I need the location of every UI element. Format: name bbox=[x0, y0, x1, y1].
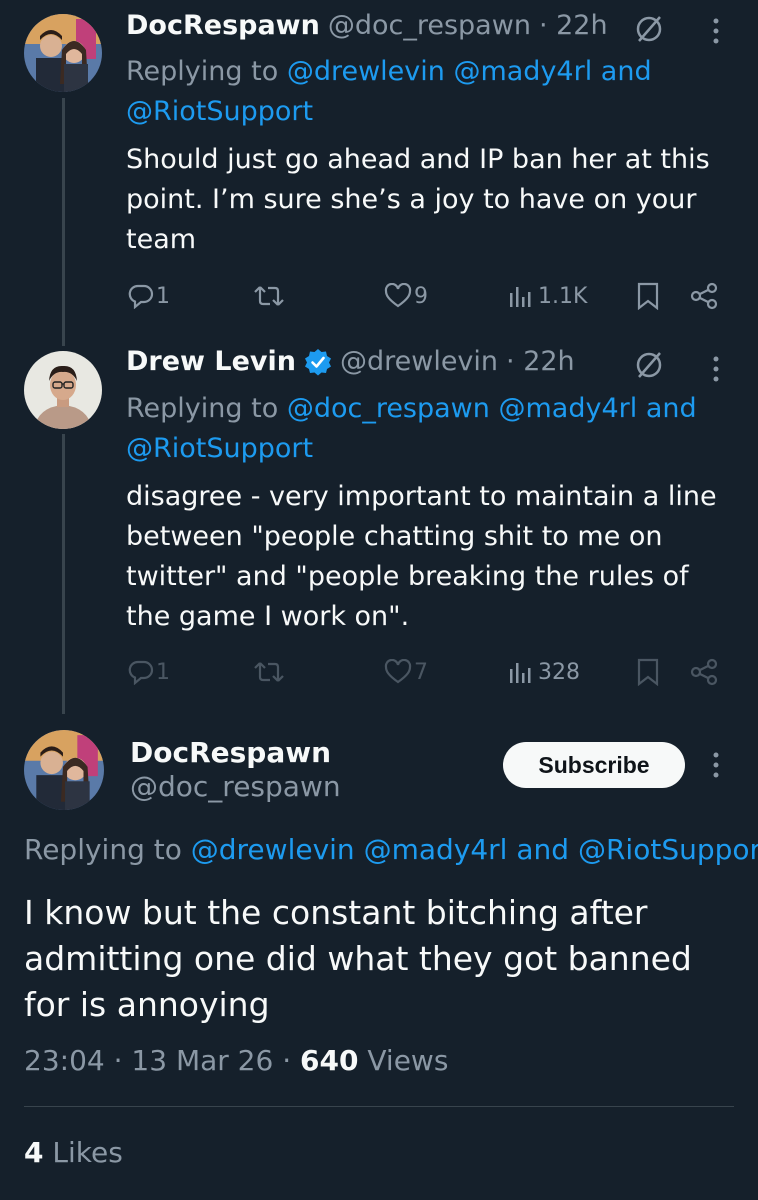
replying-to: Replying to @drewlevin @mady4rl and @Rio… bbox=[24, 833, 758, 866]
verified-badge-icon bbox=[304, 348, 331, 375]
bookmark-icon bbox=[637, 282, 659, 310]
retweet-button[interactable] bbox=[254, 276, 284, 316]
avatar[interactable] bbox=[24, 351, 102, 429]
mute-slash-icon[interactable] bbox=[634, 14, 664, 44]
author-handle[interactable]: @doc_respawn bbox=[328, 10, 531, 41]
view-count: 328 bbox=[538, 659, 580, 685]
retweet-icon bbox=[254, 286, 284, 306]
share-icon bbox=[690, 282, 718, 310]
mention-link[interactable]: @drewlevin bbox=[191, 833, 355, 866]
views-label: Views bbox=[367, 1044, 449, 1077]
tweet-text: disagree - very important to maintain a … bbox=[126, 481, 717, 632]
mute-slash-icon[interactable] bbox=[634, 350, 664, 380]
tweet-time[interactable]: 23:04 bbox=[24, 1044, 105, 1077]
tweet-date[interactable]: 13 Mar 26 bbox=[131, 1044, 273, 1077]
bookmark-button[interactable] bbox=[636, 276, 660, 316]
share-button[interactable] bbox=[690, 652, 718, 692]
views-icon bbox=[510, 287, 531, 307]
thread-connector bbox=[62, 434, 65, 714]
reply-button[interactable]: 1 bbox=[128, 276, 170, 316]
views-icon bbox=[510, 663, 531, 683]
like-icon bbox=[384, 283, 412, 308]
author-name[interactable]: Drew Levin bbox=[126, 346, 296, 377]
tweet-text: I know but the constant bitching after a… bbox=[24, 893, 692, 1024]
author-handle[interactable]: @doc_respawn bbox=[130, 770, 341, 803]
more-icon[interactable] bbox=[710, 750, 722, 780]
tweet-text: Should just go ahead and IP ban her at t… bbox=[126, 144, 710, 255]
mention-link[interactable]: @mady4rl bbox=[364, 833, 508, 866]
author-name[interactable]: DocRespawn bbox=[126, 10, 320, 41]
replying-to: Replying to @drewlevin @mady4rl and @Rio… bbox=[126, 56, 652, 127]
reply-icon bbox=[128, 284, 154, 309]
avatar[interactable] bbox=[24, 730, 104, 810]
author-handle[interactable]: @drewlevin bbox=[340, 346, 498, 377]
subscribe-button[interactable]: Subscribe bbox=[503, 742, 685, 788]
thread-connector bbox=[62, 98, 65, 346]
share-icon bbox=[690, 658, 718, 686]
likes-count: 4 bbox=[24, 1136, 44, 1169]
mention-link[interactable]: @RiotSupport bbox=[126, 96, 313, 127]
bookmark-icon bbox=[637, 658, 659, 686]
mention-link[interactable]: @mady4rl bbox=[498, 393, 637, 424]
mention-link[interactable]: @drewlevin bbox=[287, 56, 445, 87]
avatar[interactable] bbox=[24, 14, 102, 92]
author-name[interactable]: DocRespawn bbox=[130, 736, 331, 769]
share-button[interactable] bbox=[690, 276, 718, 316]
likes-label: Likes bbox=[52, 1136, 123, 1169]
tweet-meta: 23:04 · 13 Mar 26 · 640 Views bbox=[24, 1044, 449, 1077]
view-count: 1.1K bbox=[538, 283, 588, 309]
views-count: 640 bbox=[300, 1044, 359, 1077]
likes-summary[interactable]: 4 Likes bbox=[24, 1136, 123, 1169]
replying-to: Replying to @doc_respawn @mady4rl and @R… bbox=[126, 393, 697, 464]
mention-link[interactable]: @RiotSupport bbox=[578, 833, 758, 866]
timestamp[interactable]: · 22h bbox=[539, 10, 608, 41]
mention-link[interactable]: @doc_respawn bbox=[287, 393, 490, 424]
mention-link[interactable]: @RiotSupport bbox=[126, 433, 313, 464]
timestamp[interactable]: · 22h bbox=[506, 346, 575, 377]
views-button[interactable]: 328 bbox=[508, 652, 580, 692]
divider bbox=[24, 1106, 734, 1107]
mention-link[interactable]: @mady4rl bbox=[453, 56, 592, 87]
bookmark-button[interactable] bbox=[636, 652, 660, 692]
views-button[interactable]: 1.1K bbox=[508, 276, 587, 316]
more-icon[interactable] bbox=[710, 354, 722, 384]
tweet-actions: 1 9 1.1K bbox=[126, 276, 726, 316]
tweet-actions-right: 328 bbox=[126, 652, 726, 692]
more-icon[interactable] bbox=[710, 16, 722, 46]
reply-count: 1 bbox=[156, 283, 170, 309]
like-count: 9 bbox=[414, 283, 428, 309]
like-button[interactable]: 9 bbox=[384, 276, 428, 316]
